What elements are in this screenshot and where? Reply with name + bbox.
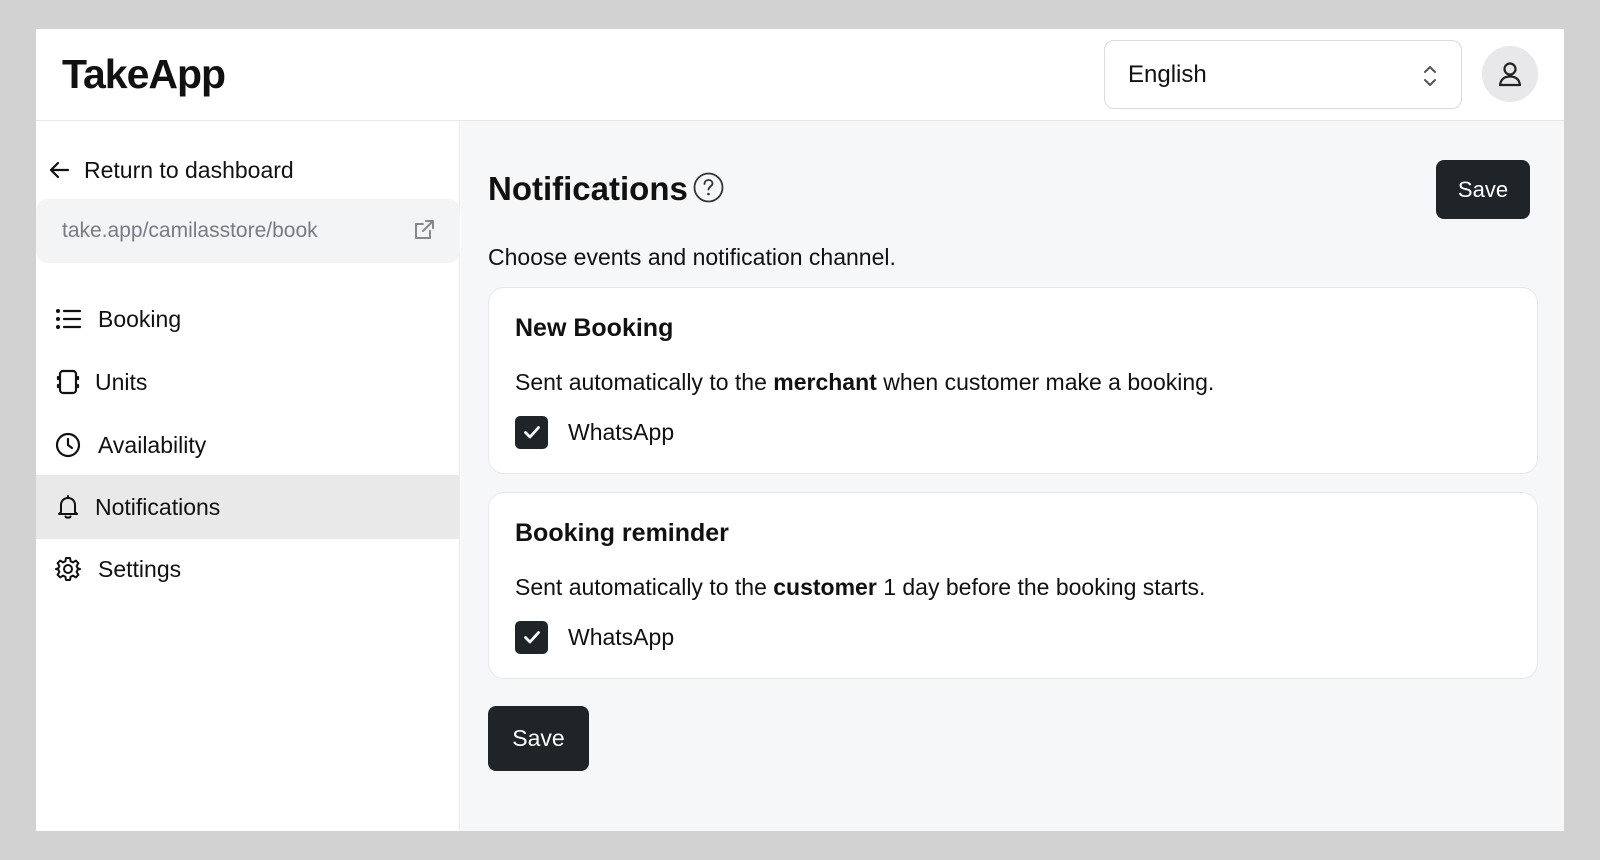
user-avatar-button[interactable]	[1482, 46, 1538, 102]
top-header: TakeApp English	[36, 29, 1564, 121]
card-description: Sent automatically to the merchant when …	[515, 369, 1214, 396]
save-button[interactable]: Save	[1436, 160, 1530, 219]
card-title: Booking reminder	[515, 519, 729, 547]
user-icon	[1498, 62, 1522, 87]
save-button-bottom[interactable]: Save	[488, 706, 589, 771]
help-icon[interactable]	[693, 172, 724, 203]
check-icon	[523, 426, 540, 439]
desc-text: Sent automatically to the	[515, 574, 774, 600]
whatsapp-channel-option[interactable]: WhatsApp	[515, 620, 674, 654]
whatsapp-checkbox[interactable]	[515, 415, 548, 449]
sidebar-item-units[interactable]: Units	[36, 350, 460, 414]
sidebar-item-booking[interactable]: Booking	[36, 287, 460, 351]
chevron-up-down-icon	[1424, 66, 1436, 86]
channel-label: WhatsApp	[568, 623, 675, 650]
return-to-dashboard-link[interactable]: Return to dashboard	[48, 155, 294, 185]
page-subtitle: Choose events and notification channel.	[488, 244, 896, 270]
sidebar-item-label: Availability	[98, 431, 207, 458]
clock-icon	[54, 431, 82, 459]
card-description: Sent automatically to the customer 1 day…	[515, 574, 1205, 601]
channel-label: WhatsApp	[568, 418, 675, 445]
language-select[interactable]: English	[1104, 40, 1462, 109]
sidebar-item-label: Settings	[98, 555, 182, 582]
notification-card-new-booking: New Booking Sent automatically to the me…	[488, 287, 1538, 474]
store-url-box[interactable]: take.app/camilasstore/book	[36, 199, 460, 263]
takeapp-logo[interactable]: TakeApp	[62, 51, 226, 98]
card-title: New Booking	[515, 314, 674, 342]
desc-text: when customer make a booking.	[876, 369, 1215, 395]
whatsapp-checkbox[interactable]	[515, 620, 548, 654]
sidebar-item-notifications[interactable]: Notifications	[36, 475, 460, 539]
whatsapp-channel-option[interactable]: WhatsApp	[515, 415, 674, 449]
page-title: Notifications	[488, 170, 688, 207]
sidebar-item-label: Units	[95, 368, 148, 395]
sidebar-item-label: Notifications	[95, 493, 221, 520]
store-url: take.app/camilasstore/book	[62, 219, 318, 242]
notification-card-booking-reminder: Booking reminder Sent automatically to t…	[488, 492, 1538, 679]
desc-recipient: merchant	[773, 369, 877, 395]
desc-text: 1 day before the booking starts.	[876, 574, 1206, 600]
sidebar-item-availability[interactable]: Availability	[36, 413, 460, 477]
arrow-left-icon	[49, 161, 70, 179]
app-window: TakeApp English Return to dashboard take…	[36, 29, 1564, 831]
desc-text: Sent automatically to the	[515, 369, 774, 395]
external-link-icon[interactable]	[412, 218, 436, 242]
sidebar: Return to dashboard take.app/camilasstor…	[36, 121, 460, 831]
sidebar-item-label: Booking	[98, 305, 182, 332]
language-value: English	[1128, 61, 1207, 88]
gear-icon	[54, 555, 82, 583]
desc-recipient: customer	[773, 574, 877, 600]
sidebar-item-settings[interactable]: Settings	[36, 537, 460, 601]
check-icon	[523, 631, 540, 644]
tablet-icon	[54, 368, 82, 396]
list-icon	[54, 305, 82, 333]
return-to-dashboard-label: Return to dashboard	[84, 156, 294, 183]
main-content: Notifications Save Choose events and not…	[461, 121, 1564, 831]
bell-icon	[54, 493, 82, 521]
